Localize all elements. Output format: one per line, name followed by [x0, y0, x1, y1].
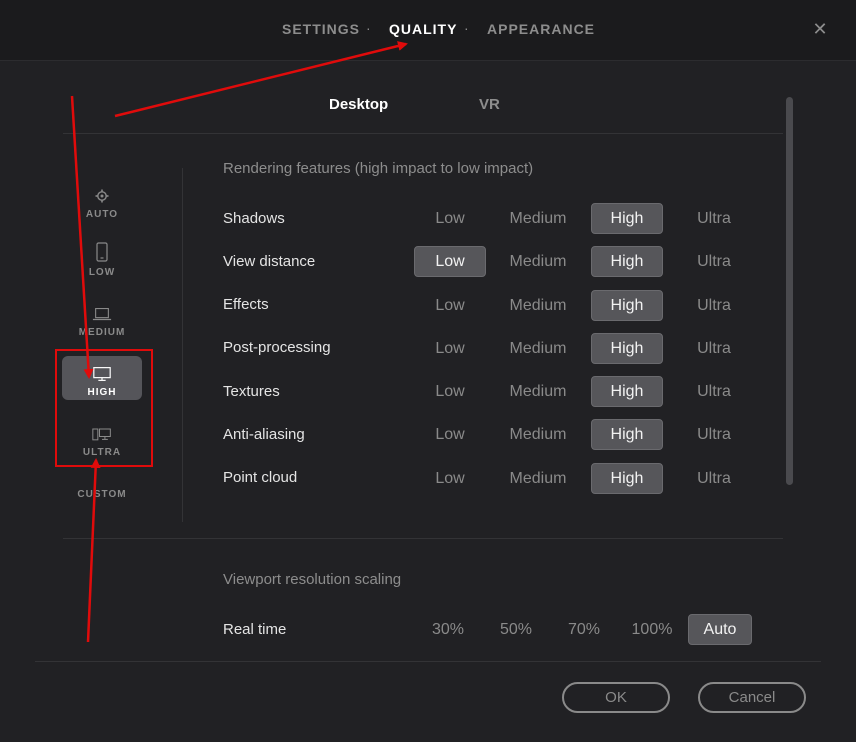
annotation-arrow: [114, 41, 408, 118]
annotation-arrows: [70, 41, 408, 643]
annotation-arrow: [86, 458, 101, 643]
annotation-arrow: [70, 95, 94, 379]
